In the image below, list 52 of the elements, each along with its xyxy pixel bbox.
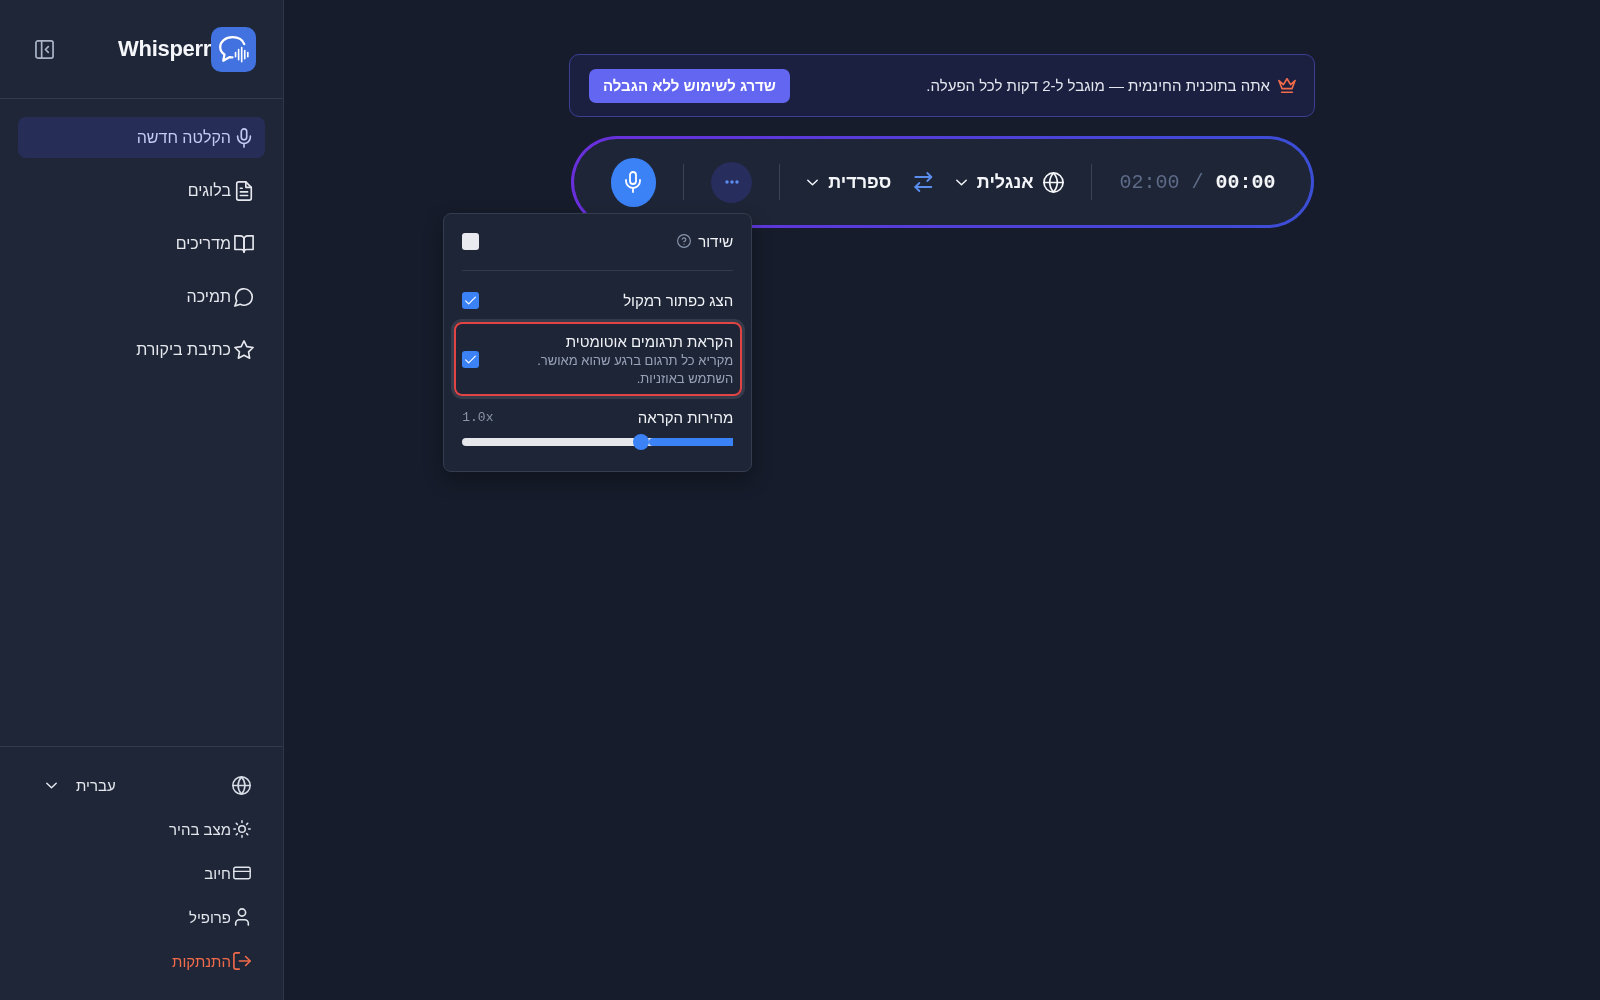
upgrade-button[interactable]: שדרג לשימוש ללא הגבלה <box>589 68 790 103</box>
checkmark-icon <box>465 296 477 305</box>
plan-notice: אתה בתוכנית החינמית — מוגבל ל-2 דקות לכל הפעלה. <box>926 77 1270 94</box>
dots-icon <box>724 180 739 184</box>
star-icon <box>234 339 254 360</box>
nav-item[interactable]: הקלטה חדשה <box>18 117 265 158</box>
logo-icon <box>211 26 256 72</box>
elapsed-time: 00:00 <box>1215 170 1276 194</box>
record-button[interactable] <box>610 157 657 207</box>
sidebar-collapse-icon[interactable] <box>35 39 54 59</box>
globe-icon <box>1043 171 1065 193</box>
sun-icon <box>233 820 251 838</box>
speed-label: מהירות הקראה <box>637 407 734 428</box>
app-name: Whisperr <box>118 36 211 62</box>
nav-item[interactable]: תמיכה <box>18 276 265 317</box>
chevron-down-icon <box>46 781 57 789</box>
option-description: מקריא כל תרגום ברגע שהוא מאושר. השתמש באוזניות. <box>536 351 734 388</box>
swap-arrows-icon[interactable] <box>914 172 933 192</box>
menu-link[interactable]: פרופיל <box>188 901 251 933</box>
credit-card-icon <box>233 864 251 882</box>
nav-item[interactable]: כתיבת ביקורת <box>18 329 265 370</box>
nav-item[interactable]: בלוגים <box>18 170 265 211</box>
menu-link[interactable]: חיוב <box>204 857 251 889</box>
globe-icon <box>232 775 251 795</box>
time-separator: / <box>1191 170 1204 194</box>
checkbox[interactable] <box>462 232 480 250</box>
source-language-select[interactable]: אנגלית <box>955 171 1065 193</box>
nav-item[interactable]: מדריכים <box>18 223 265 264</box>
checkmark-icon <box>465 355 477 364</box>
menu-link[interactable]: מצב בהיר <box>169 813 251 845</box>
document-icon <box>234 180 254 201</box>
help-icon[interactable] <box>677 234 692 248</box>
book-icon <box>234 233 254 254</box>
speed-value: 1.0x <box>462 410 494 425</box>
checkbox[interactable] <box>462 292 480 309</box>
logout-icon <box>233 952 251 970</box>
microphone-icon <box>625 171 642 193</box>
chevron-down-icon <box>807 178 819 186</box>
target-language-select[interactable]: ספרדית <box>807 171 892 193</box>
option-label: שידור <box>698 232 734 250</box>
chevron-down-icon <box>955 178 967 186</box>
microphone-icon <box>234 127 254 148</box>
chat-bubble-icon <box>234 286 254 307</box>
time-limit: 02:00 <box>1119 170 1180 194</box>
logout-link[interactable]: התנתקות <box>172 945 251 977</box>
language-select[interactable]: עברית <box>40 769 122 801</box>
slider-thumb[interactable] <box>633 433 650 450</box>
user-icon <box>233 908 251 926</box>
checkbox[interactable] <box>462 351 480 368</box>
crown-icon <box>1278 77 1296 94</box>
option-label: הצג כפתור רמקול <box>623 290 734 311</box>
option-label: הקראת תרגומים אוטומטית <box>564 331 734 352</box>
